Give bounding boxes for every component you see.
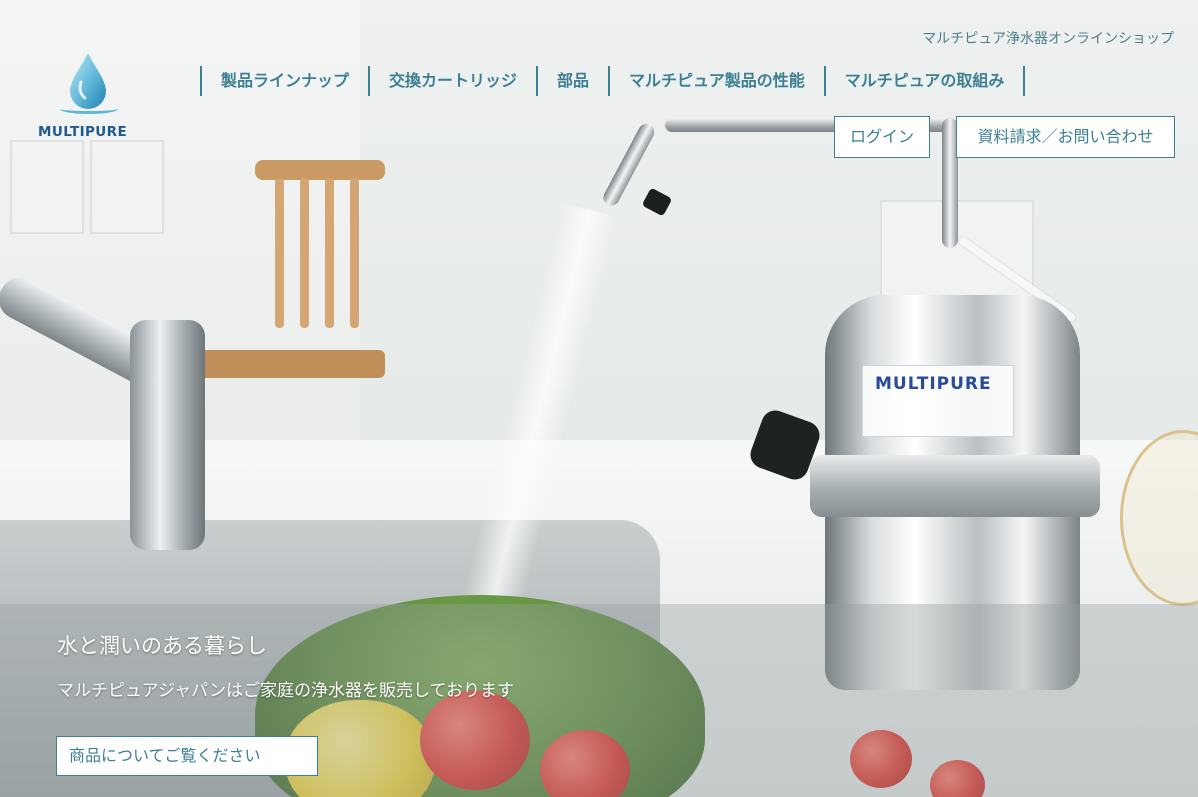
chair-rail (255, 160, 385, 180)
filter-brand-text: MULTIPURE (875, 374, 992, 394)
faucet (130, 320, 205, 550)
chair-spindle (300, 178, 309, 328)
main-nav: 製品ラインナップ 交換カートリッジ 部品 マルチピュア製品の性能 マルチピュアの… (200, 66, 1026, 96)
water-drop-icon (70, 53, 106, 109)
cabinet-panel (90, 140, 164, 234)
wooden-chair (125, 160, 385, 420)
multipure-logo[interactable]: MULTIPURE (38, 52, 153, 152)
chair-spindle (325, 178, 334, 328)
chair-spindle (275, 178, 284, 328)
contact-button[interactable]: 資料請求／お問い合わせ (956, 116, 1175, 158)
nav-parts[interactable]: 部品 (536, 66, 608, 96)
filter-label: MULTIPURE (862, 365, 1014, 437)
chair-spindle (350, 178, 359, 328)
spout-nozzle (641, 187, 673, 217)
nav-product-performance[interactable]: マルチピュア製品の性能 (608, 66, 824, 96)
view-products-button[interactable]: 商品についてご覧ください (56, 736, 318, 776)
nav-product-lineup[interactable]: 製品ラインナップ (200, 66, 368, 96)
shop-title-link[interactable]: マルチピュア浄水器オンラインショップ (922, 28, 1174, 48)
nav-initiatives[interactable]: マルチピュアの取組み (823, 66, 1026, 96)
cabinet-panel (10, 140, 84, 234)
filter-ring (810, 455, 1100, 517)
hero-title: 水と潤いのある暮らし (57, 634, 267, 658)
nav-replacement-cartridge[interactable]: 交換カートリッジ (368, 66, 536, 96)
login-button[interactable]: ログイン (834, 116, 930, 158)
page: MULTIPURE MULTIPURE マルチピュア浄水器オンラインショップ 製… (0, 0, 1198, 797)
hero-subtitle: マルチピュアジャパンはご家庭の浄水器を販売しております (57, 681, 514, 701)
logo-wordmark: MULTIPURE (38, 124, 128, 140)
logo-swoosh (60, 104, 118, 114)
